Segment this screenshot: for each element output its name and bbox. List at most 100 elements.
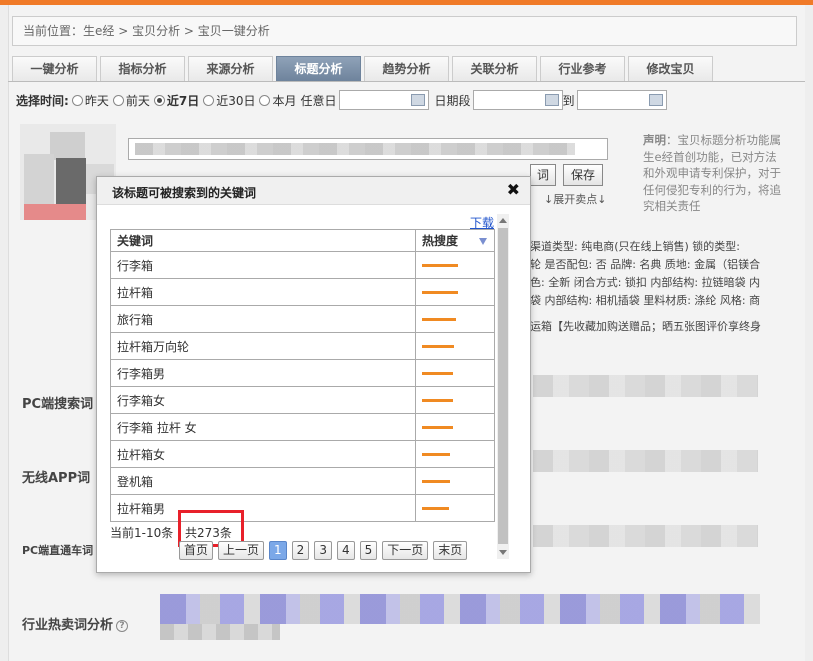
radio-icon[interactable] — [71, 94, 83, 106]
industry-blurred-2 — [160, 624, 280, 640]
popup-scrollbar[interactable] — [497, 214, 509, 559]
app-label: 无线APP词 — [22, 471, 91, 486]
time-filter: 选择时间: 昨天 前天 近7日 近30日 本月 任意日 日期段 到 — [16, 88, 673, 112]
expand-selling-points-link[interactable]: ↓展开卖点↓ — [544, 191, 606, 207]
popup-header: 该标题可被搜索到的关键词 ✖ — [97, 177, 530, 205]
radio-icon[interactable] — [112, 94, 124, 106]
keyword-cell: 行李箱女 — [110, 386, 416, 414]
heat-cell — [415, 278, 495, 306]
industry-label: 行业热卖词分析? — [22, 614, 129, 633]
tab-divider — [8, 81, 805, 82]
time-option-label: 前天 — [125, 93, 150, 108]
tab-6[interactable]: 行业参考 — [540, 56, 625, 81]
heat-cell — [415, 305, 495, 333]
industry-label-text: 行业热卖词分析 — [22, 618, 114, 633]
scroll-down-icon[interactable] — [499, 550, 507, 555]
prev-page-button[interactable]: 上一页 — [218, 541, 265, 560]
time-filter-label: 选择时间: — [16, 93, 69, 108]
total-count: 共273条 — [185, 526, 232, 540]
heat-bar — [422, 318, 456, 321]
heat-cell — [415, 332, 495, 360]
keyword-cell: 行李箱 — [110, 251, 416, 279]
heat-bar — [422, 399, 453, 402]
time-option-1[interactable]: 前天 — [112, 92, 150, 109]
heat-bar — [422, 426, 453, 429]
tab-3[interactable]: 标题分析 — [276, 56, 361, 81]
page-2-button[interactable]: 2 — [291, 541, 310, 560]
heat-bar — [422, 453, 450, 456]
date-range-label: 日期段 — [434, 93, 471, 108]
radio-icon[interactable] — [203, 94, 215, 106]
app-blurred — [533, 450, 758, 472]
date-range-start-input[interactable] — [472, 90, 563, 110]
heat-cell — [415, 251, 495, 279]
table-row: 行李箱男 — [110, 359, 495, 387]
first-page-button[interactable]: 首页 — [179, 541, 214, 560]
table-row: 行李箱 — [110, 251, 495, 279]
tab-1[interactable]: 指标分析 — [100, 56, 185, 81]
tab-7[interactable]: 修改宝贝 — [628, 56, 713, 81]
time-option-3[interactable]: 近30日 — [203, 92, 255, 109]
time-option-2[interactable]: 近7日 — [153, 92, 200, 109]
product-title-blurred — [135, 143, 575, 155]
heat-bar — [422, 345, 454, 348]
keyword-cell: 行李箱 拉杆 女 — [110, 413, 416, 441]
radio-icon[interactable] — [259, 94, 271, 106]
keyword-column-header: 关键词 — [110, 229, 416, 252]
keyword-cell: 拉杆箱女 — [110, 440, 416, 468]
scroll-up-icon[interactable] — [499, 218, 507, 223]
time-option-label: 近7日 — [166, 93, 200, 108]
product-attributes: 渠道类型: 纯电商(只在线上销售) 锁的类型: 轮 是否配包: 否 品牌: 名典 … — [530, 238, 788, 310]
page-4-button[interactable]: 4 — [336, 541, 355, 560]
attribute-line: 轮 是否配包: 否 品牌: 名典 质地: 金属（铝镁合 — [530, 258, 761, 271]
calendar-icon[interactable] — [410, 94, 425, 106]
tab-4[interactable]: 趋势分析 — [364, 56, 449, 81]
pagination: 首页 上一页 1 2 3 4 5 下一页 末页 — [179, 541, 472, 560]
keyword-cell: 旅行箱 — [110, 305, 416, 333]
keyword-button[interactable]: 词 — [530, 164, 556, 186]
time-option-0[interactable]: 昨天 — [71, 92, 109, 109]
next-page-button[interactable]: 下一页 — [382, 541, 429, 560]
radio-icon[interactable] — [153, 94, 165, 106]
custom-day-input[interactable] — [338, 90, 429, 110]
heat-column-header[interactable]: 热搜度 — [415, 229, 495, 252]
time-option-4[interactable]: 本月 — [259, 92, 297, 109]
date-range-end-input[interactable] — [576, 90, 667, 110]
table-row: 登机箱 — [110, 467, 495, 495]
page-info: 当前1-10条 — [110, 526, 174, 540]
time-option-label: 近30日 — [216, 93, 256, 108]
sort-down-icon[interactable] — [479, 238, 487, 245]
heat-bar — [422, 264, 458, 267]
industry-blurred — [160, 594, 760, 624]
page-1-button[interactable]: 1 — [269, 541, 287, 560]
page-5-button[interactable]: 5 — [359, 541, 378, 560]
heat-bar — [422, 507, 449, 510]
keyword-cell: 登机箱 — [110, 467, 416, 495]
tab-0[interactable]: 一键分析 — [12, 56, 97, 81]
heat-cell — [415, 440, 495, 468]
tab-5[interactable]: 关联分析 — [452, 56, 537, 81]
pc-search-label: PC端搜索词 — [22, 397, 94, 412]
keywords-popup: 该标题可被搜索到的关键词 ✖ 下载 关键词 热搜度 行李箱 拉杆箱 旅行箱 拉杆箱万向… — [96, 176, 531, 573]
help-icon[interactable]: ? — [116, 620, 129, 632]
keyword-table: 关键词 热搜度 行李箱 拉杆箱 旅行箱 拉杆箱万向轮 行李箱男 行李箱女 行李箱 拉杆 女拉… — [110, 229, 495, 522]
patent-notice: 声明：宝贝标题分析功能属生e经首创功能，已对方法和外观申请专利保护，对于任何侵犯… — [643, 132, 783, 215]
table-row: 旅行箱 — [110, 305, 495, 333]
scrollbar-thumb[interactable] — [498, 228, 508, 544]
heat-column-label: 热搜度 — [422, 234, 459, 248]
attribute-line: 袋 内部结构: 相机插袋 里料材质: 涤纶 风格: 商 — [530, 294, 761, 307]
heat-bar — [422, 291, 458, 294]
tab-bar: 一键分析 指标分析 来源分析 标题分析 趋势分析 关联分析 行业参考 修改宝贝 — [12, 56, 716, 82]
calendar-icon[interactable] — [544, 94, 559, 106]
date-range-to-label: 到 — [562, 93, 575, 108]
page-3-button[interactable]: 3 — [314, 541, 332, 560]
popup-title: 该标题可被搜索到的关键词 — [112, 186, 257, 200]
last-page-button[interactable]: 末页 — [433, 541, 468, 560]
heat-bar — [422, 372, 453, 375]
close-icon[interactable]: ✖ — [507, 180, 520, 199]
calendar-icon[interactable] — [648, 94, 663, 106]
custom-day-label: 任意日 — [300, 93, 337, 108]
tab-2[interactable]: 来源分析 — [188, 56, 273, 81]
save-button[interactable]: 保存 — [563, 164, 603, 186]
table-row: 行李箱女 — [110, 386, 495, 414]
